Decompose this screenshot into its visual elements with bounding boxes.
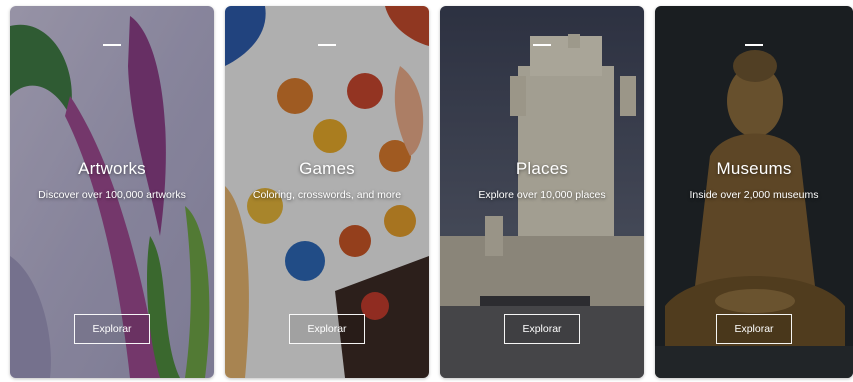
card-subtitle: Discover over 100,000 artworks — [38, 189, 186, 201]
card-games[interactable]: Games Coloring, crosswords, and more Exp… — [225, 6, 429, 378]
card-title: Museums — [716, 159, 792, 178]
dash-line — [103, 44, 121, 46]
dash-line — [318, 44, 336, 46]
card-title: Artworks — [78, 159, 146, 178]
card-subtitle: Inside over 2,000 museums — [689, 189, 819, 201]
card-subtitle: Coloring, crosswords, and more — [252, 189, 402, 201]
explore-button[interactable]: Explorar — [716, 314, 792, 344]
card-title: Games — [299, 159, 355, 178]
explore-button[interactable]: Explorar — [289, 314, 365, 344]
explore-button[interactable]: Explorar — [504, 314, 580, 344]
card-title: Places — [515, 159, 569, 178]
card-subtitle: Explore over 10,000 places — [478, 189, 606, 201]
card-artworks[interactable]: Artworks Discover over 100,000 artworks … — [10, 6, 214, 378]
dash-line — [533, 44, 551, 46]
dash-line — [745, 44, 763, 46]
card-places[interactable]: Places Explore over 10,000 places Explor… — [440, 6, 644, 378]
explore-button[interactable]: Explorar — [74, 314, 150, 344]
card-museums[interactable]: Museums Inside over 2,000 museums Explor… — [655, 6, 853, 378]
